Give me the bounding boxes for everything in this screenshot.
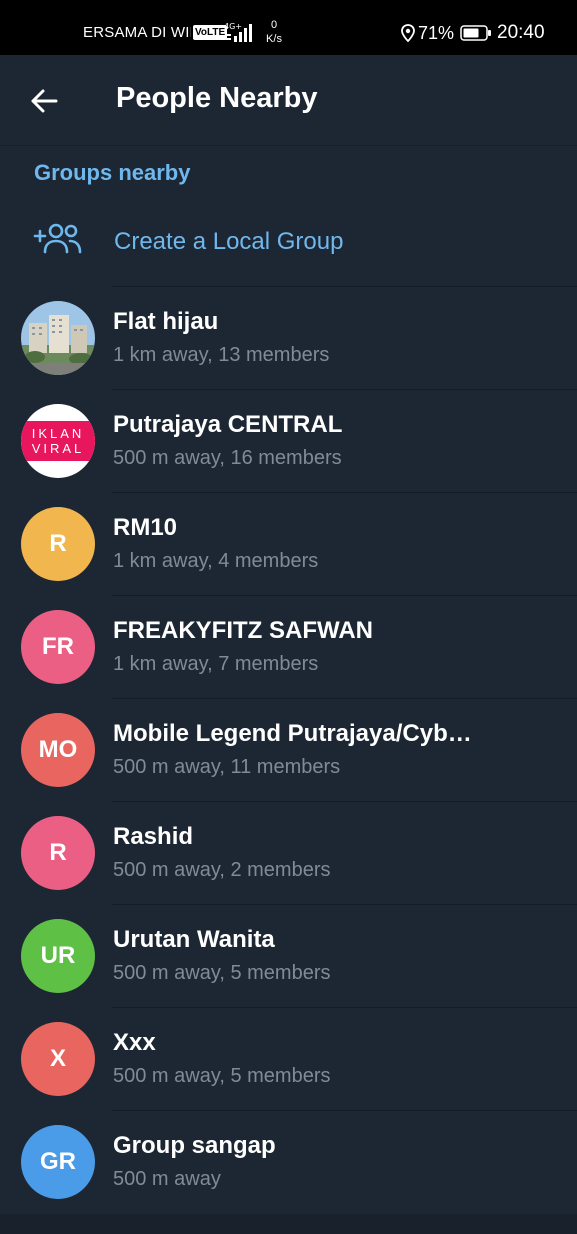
arrow-left-icon <box>31 89 58 113</box>
group-row-group-sangap[interactable]: GR Group sangap 500 m away <box>0 1111 577 1214</box>
signal-icon: 4G+ <box>224 22 252 42</box>
network-speed-value: 0 <box>270 19 278 31</box>
group-name: Flat hijau <box>113 308 219 335</box>
network-speed-unit: K/s <box>266 33 282 45</box>
group-avatar: MO <box>21 713 95 787</box>
avatar-initials: X <box>49 1045 66 1072</box>
battery-percent: 71% <box>418 23 455 43</box>
group-meta: 500 m away, 2 members <box>113 859 331 881</box>
group-row-flat-hijau[interactable]: Flat hijau 1 km away, 13 members <box>0 287 577 390</box>
page-title: People Nearby <box>116 82 318 114</box>
group-avatar <box>21 301 95 375</box>
group-meta: 500 m away, 5 members <box>113 1065 331 1087</box>
group-avatar: UR <box>21 919 95 993</box>
avatar-initials: UR <box>40 942 76 969</box>
section-title: Groups nearby <box>34 160 191 185</box>
group-name: FREAKYFITZ SAFWAN <box>113 617 373 644</box>
group-row-xxx[interactable]: X Xxx 500 m away, 5 members <box>0 1008 577 1111</box>
add-group-icon <box>33 223 82 254</box>
battery-icon <box>460 25 491 41</box>
group-name: RM10 <box>113 514 178 541</box>
group-row-urutan-wanita[interactable]: UR Urutan Wanita 500 m away, 5 members <box>0 905 577 1008</box>
group-meta: 500 m away <box>113 1168 221 1190</box>
app-header: People Nearby <box>0 55 577 146</box>
group-row-rashid[interactable]: R Rashid 500 m away, 2 members <box>0 802 577 905</box>
avatar-initials: MO <box>38 736 78 763</box>
bottom-shadow <box>0 1214 577 1234</box>
volte-badge: VoLTE <box>193 25 228 40</box>
group-meta: 1 km away, 7 members <box>113 653 319 675</box>
avatar-initials: GR <box>40 1148 76 1175</box>
group-avatar: R <box>21 507 95 581</box>
group-row-mobile-legend[interactable]: MO Mobile Legend Putrajaya/Cyb… 500 m aw… <box>0 699 577 802</box>
building-photo-icon <box>21 301 95 375</box>
avatar-initials: R <box>49 839 67 866</box>
group-meta: 500 m away, 16 members <box>113 447 342 469</box>
group-avatar: IKLAN VIRAL <box>21 404 95 478</box>
avatar-logo-text-1: IKLAN <box>31 426 85 441</box>
group-meta: 1 km away, 4 members <box>113 550 319 572</box>
network-speed: 0 K/s <box>262 18 286 46</box>
avatar-initials: R <box>49 530 67 557</box>
group-name: Xxx <box>113 1029 156 1056</box>
group-avatar: X <box>21 1022 95 1096</box>
create-local-group-label: Create a Local Group <box>114 228 344 255</box>
location-icon <box>401 24 415 42</box>
avatar-initials: FR <box>42 633 74 660</box>
create-local-group-button[interactable]: Create a Local Group <box>0 200 577 286</box>
group-row-putrajaya-central[interactable]: IKLAN VIRAL Putrajaya CENTRAL 500 m away… <box>0 390 577 493</box>
clock: 20:40 <box>497 22 545 43</box>
group-meta: 1 km away, 13 members <box>113 344 330 366</box>
status-bar: ERSAMA DI WILA VoLTE 4G+ 0 K/s 71% 20:40 <box>0 0 577 55</box>
group-name: Mobile Legend Putrajaya/Cyb… <box>113 720 472 747</box>
group-avatar: FR <box>21 610 95 684</box>
group-avatar: R <box>21 816 95 890</box>
group-name: Rashid <box>113 823 194 850</box>
avatar-logo-text-2: VIRAL <box>31 441 85 456</box>
group-name: Putrajaya CENTRAL <box>113 411 343 438</box>
group-row-freakyfitz-safwan[interactable]: FR FREAKYFITZ SAFWAN 1 km away, 7 member… <box>0 596 577 699</box>
nearby-groups-list: Flat hijau 1 km away, 13 members IKLAN V… <box>0 287 577 1214</box>
group-meta: 500 m away, 5 members <box>113 962 331 984</box>
svg-text:4G+: 4G+ <box>224 22 242 31</box>
group-name: Urutan Wanita <box>113 926 275 953</box>
carrier-name: ERSAMA DI WILA <box>83 24 191 41</box>
back-button[interactable] <box>20 77 68 125</box>
group-avatar: GR <box>21 1125 95 1199</box>
group-name: Group sangap <box>113 1132 276 1159</box>
group-row-rm10[interactable]: R RM10 1 km away, 4 members <box>0 493 577 596</box>
group-meta: 500 m away, 11 members <box>113 756 341 778</box>
